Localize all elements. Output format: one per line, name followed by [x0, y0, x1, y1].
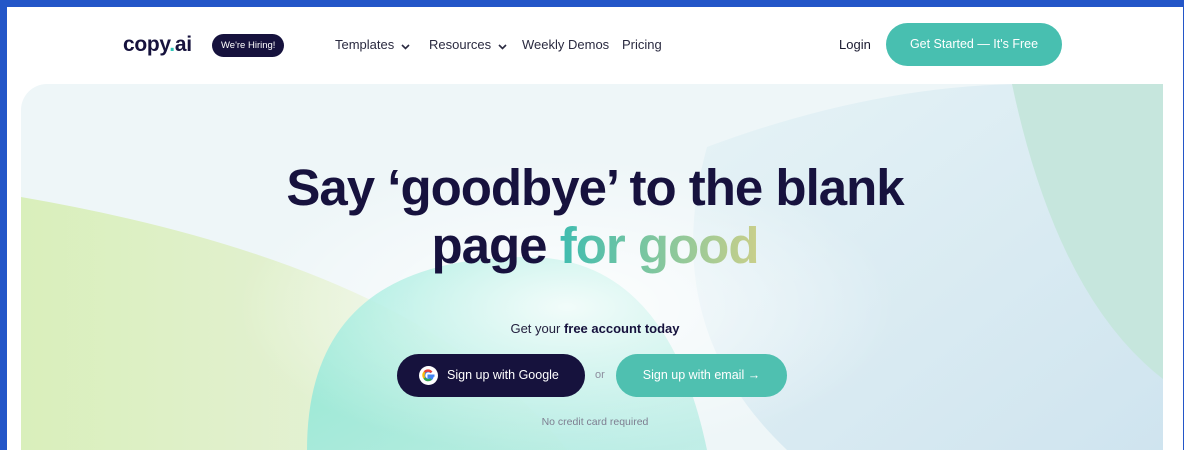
copyai-logo[interactable]: copy.ai [123, 33, 192, 57]
chevron-down-icon [401, 38, 410, 53]
sign-up-email-button[interactable]: Sign up with email → [616, 354, 787, 397]
nav-item-templates[interactable]: Templates [335, 37, 410, 53]
nav-item-resources[interactable]: Resources [429, 37, 507, 53]
login-link[interactable]: Login [839, 37, 871, 52]
headline-gradient-text: for good [559, 217, 760, 274]
top-nav: copy.ai We're Hiring! Templates Resource… [7, 7, 1183, 82]
no-credit-card-note: No credit card required [541, 416, 649, 428]
chevron-down-icon [498, 38, 507, 53]
get-started-button[interactable]: Get Started — It's Free [886, 23, 1062, 66]
nav-item-label: Templates [335, 37, 395, 52]
page-frame: copy.ai We're Hiring! Templates Resource… [7, 7, 1183, 450]
hero-headline-line1: Say ‘goodbye’ to the blank [286, 159, 904, 216]
nav-item-pricing[interactable]: Pricing [622, 37, 662, 52]
hiring-badge[interactable]: We're Hiring! [212, 34, 285, 57]
or-separator: or [595, 369, 605, 381]
hero-subtitle: Get your free account today [510, 321, 680, 336]
headline-plain-text: page [431, 217, 548, 274]
hero-headline-line2: page for good [7, 216, 1183, 275]
google-button-label: Sign up with Google [447, 368, 559, 382]
nav-item-label: Resources [429, 37, 492, 52]
google-g-icon [419, 366, 438, 385]
nav-item-weekly-demos[interactable]: Weekly Demos [522, 37, 609, 52]
sign-up-google-button[interactable]: Sign up with Google [397, 354, 585, 397]
